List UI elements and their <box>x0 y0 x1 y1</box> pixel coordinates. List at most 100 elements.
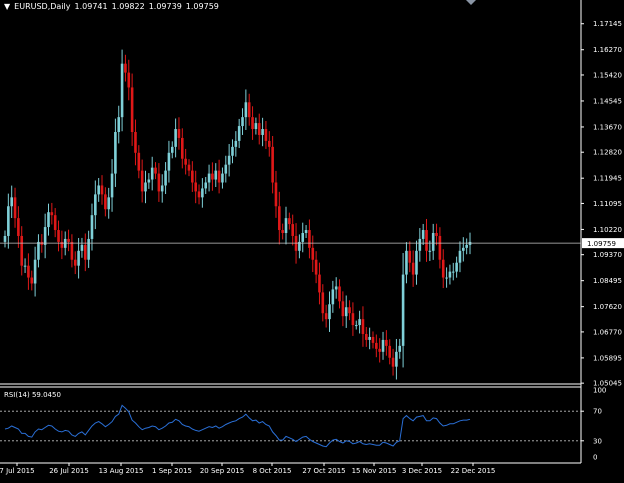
candle-body <box>425 230 428 251</box>
candle-body <box>227 155 231 165</box>
candle-body <box>418 238 422 251</box>
candle-body <box>398 345 402 352</box>
candle-body <box>144 182 147 192</box>
price-tick-label: 1.16270 <box>593 46 622 54</box>
candle-body <box>140 170 144 192</box>
candle-body <box>120 63 124 118</box>
candle-body <box>20 235 24 266</box>
time-tick-label: 20 Sep 2015 <box>200 467 244 475</box>
candle-body <box>100 185 104 195</box>
candle-body <box>408 250 412 263</box>
candle-body <box>321 292 325 314</box>
candle-body <box>194 182 197 192</box>
candle-body <box>381 339 385 352</box>
chart-window[interactable]: 1.17145 1.16270 1.15420 1.14545 1.13670 1.128… <box>0 0 624 479</box>
candle-body <box>438 235 442 260</box>
candle-body <box>385 339 388 346</box>
candle-body <box>264 129 268 141</box>
chart-canvas[interactable]: 1.17145 1.16270 1.15420 1.14545 1.13670 1.128… <box>0 0 624 479</box>
candle-body <box>157 173 161 192</box>
candle-body <box>164 170 167 186</box>
current-price-label: 1.09759 <box>587 240 616 248</box>
price-tick-label: 1.14545 <box>593 97 622 105</box>
candle-body <box>154 167 157 174</box>
candle-body <box>87 238 90 260</box>
candle-body <box>445 277 448 279</box>
price-tick-label: 1.10220 <box>593 226 622 234</box>
price-tick-label: 1.11945 <box>593 175 622 183</box>
candle-body <box>37 241 40 260</box>
candle-body <box>184 158 187 165</box>
candle-body <box>281 230 284 233</box>
candle-body <box>17 218 20 236</box>
candle-body <box>462 247 465 251</box>
candle-body <box>130 87 134 133</box>
candle-body <box>221 173 224 183</box>
price-tick-label: 1.07620 <box>593 303 622 311</box>
candle-body <box>160 185 164 192</box>
candle-body <box>354 325 358 327</box>
candle-body <box>77 250 80 266</box>
chart-shift-marker-icon[interactable] <box>466 0 476 5</box>
candle-body <box>291 224 294 236</box>
price-tick-label: 1.13670 <box>593 123 622 131</box>
candle-body <box>458 250 462 263</box>
candle-body <box>97 185 100 195</box>
time-tick-label: 7 Jul 2015 <box>0 467 35 475</box>
candle-body <box>10 197 13 207</box>
candle-body <box>271 146 274 183</box>
candle-body <box>375 342 378 349</box>
candle-body <box>311 247 315 260</box>
candle-body <box>124 63 127 73</box>
time-tick-label: 22 Dec 2015 <box>451 467 496 475</box>
candle-body <box>237 126 241 141</box>
candle-body <box>211 173 214 180</box>
time-tick-label: 15 Nov 2015 <box>352 467 397 475</box>
price-tick-label: 1.05895 <box>593 354 622 362</box>
candle-body <box>181 137 184 159</box>
candle-body <box>127 72 131 88</box>
ohlc-low: 1.09739 <box>148 2 182 11</box>
candle-body <box>348 307 351 314</box>
candle-body <box>207 173 211 183</box>
candle-body <box>134 132 137 153</box>
candle-body <box>13 197 17 219</box>
ohlc-close: 1.09759 <box>185 2 219 11</box>
candle-body <box>378 348 381 352</box>
candle-body <box>73 259 77 266</box>
candle-body <box>234 140 238 147</box>
ohlc-high: 1.09822 <box>111 2 145 11</box>
candle-body <box>244 102 248 118</box>
candle-body <box>334 286 338 290</box>
price-tick-label: 1.17145 <box>593 20 622 28</box>
candle-body <box>328 304 331 320</box>
candle-body <box>364 333 368 340</box>
menu-triangle-icon[interactable]: ▼ <box>4 2 10 11</box>
candle-body <box>351 313 355 326</box>
candle-body <box>304 230 308 233</box>
candle-body <box>451 271 455 273</box>
candle-body <box>448 271 452 278</box>
candle-body <box>177 129 181 138</box>
price-tick-label: 1.11095 <box>593 200 622 208</box>
rsi-label: RSI(14) 59.0450 <box>4 391 61 399</box>
candle-body <box>428 250 432 252</box>
candle-body <box>3 235 7 242</box>
price-tick-label: 1.06770 <box>593 328 622 336</box>
candle-body <box>341 301 345 317</box>
candle-body <box>288 218 291 225</box>
candle-body <box>80 244 84 251</box>
price-tick-label: 1.09370 <box>593 251 622 259</box>
candle-body <box>241 117 244 127</box>
time-tick-label: 3 Dec 2015 <box>402 467 442 475</box>
candle-body <box>137 152 141 171</box>
candle-body <box>431 232 435 251</box>
candle-body <box>23 265 27 267</box>
candle-body <box>201 188 204 198</box>
candle-body <box>47 212 50 228</box>
candle-body <box>421 230 425 239</box>
candle-body <box>33 259 37 284</box>
candle-body <box>411 262 415 275</box>
candle-body <box>150 167 154 180</box>
candle-body <box>7 206 10 236</box>
